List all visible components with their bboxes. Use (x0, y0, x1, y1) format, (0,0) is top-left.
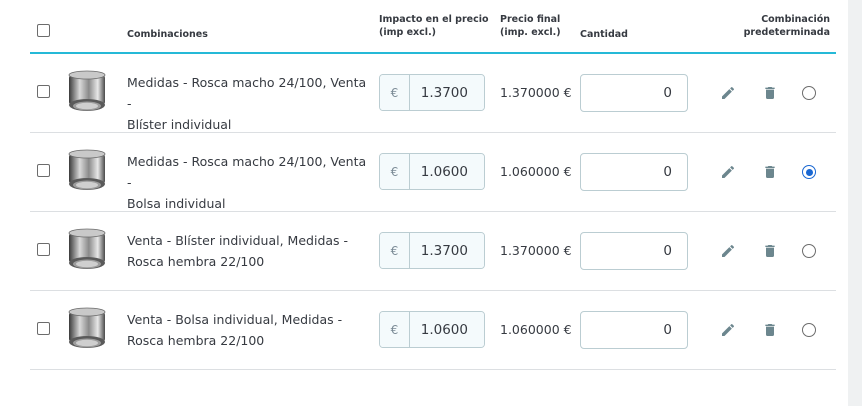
header-default-line2: predeterminada (743, 27, 830, 38)
combination-name: Venta - Blíster individual, Medidas - Ro… (127, 230, 372, 272)
header-impact-line1: Impacto en el precio (379, 14, 489, 25)
combination-name: Medidas - Rosca macho 24/100, Venta - Bl… (127, 72, 372, 135)
table-row: Venta - Blíster individual, Medidas - Ro… (30, 212, 836, 291)
impact-price-field[interactable]: € 1.3700 (379, 74, 485, 111)
combination-name-line1: Venta - Bolsa individual, Medidas - (127, 312, 343, 327)
row-checkbox[interactable] (37, 243, 50, 256)
combination-name-line2: Blíster individual (127, 117, 232, 132)
table-header: Combinaciones Impacto en el precio (imp … (30, 0, 836, 54)
impact-price-input[interactable]: 1.3700 (410, 75, 484, 110)
combination-name-line2: Bolsa individual (127, 196, 226, 211)
header-final-price: Precio final (imp. excl.) (500, 13, 561, 39)
currency-addon: € (380, 312, 410, 347)
impact-price-input[interactable]: 1.0600 (410, 154, 484, 189)
table-row: Medidas - Rosca macho 24/100, Venta - Bl… (30, 54, 836, 133)
combination-name: Venta - Bolsa individual, Medidas - Rosc… (127, 309, 372, 351)
row-checkbox[interactable] (37, 322, 50, 335)
combination-name-line1: Venta - Blíster individual, Medidas - (127, 233, 349, 248)
quantity-input[interactable]: 0 (580, 311, 688, 349)
currency-addon: € (380, 75, 410, 110)
combination-name-line1: Medidas - Rosca macho 24/100, Venta - (127, 75, 367, 111)
header-final-line2: (imp. excl.) (500, 27, 561, 38)
impact-price-input[interactable]: 1.0600 (410, 312, 484, 347)
default-combination-radio[interactable] (802, 323, 816, 337)
final-price: 1.060000 € (500, 164, 572, 179)
trash-icon[interactable] (762, 322, 778, 338)
table-row: Venta - Bolsa individual, Medidas - Rosc… (30, 291, 836, 370)
default-combination-radio[interactable] (802, 165, 816, 179)
impact-price-field[interactable]: € 1.0600 (379, 311, 485, 348)
pencil-icon[interactable] (720, 243, 736, 259)
combination-name-line1: Medidas - Rosca macho 24/100, Venta - (127, 154, 367, 190)
pencil-icon[interactable] (720, 85, 736, 101)
right-panel-edge (848, 0, 862, 406)
quantity-input[interactable]: 0 (580, 153, 688, 191)
female-thread-aerator-thumbnail (68, 307, 106, 348)
default-combination-radio[interactable] (802, 86, 816, 100)
quantity-input[interactable]: 0 (580, 74, 688, 112)
currency-addon: € (380, 233, 410, 268)
table-body: Medidas - Rosca macho 24/100, Venta - Bl… (30, 54, 836, 370)
table-row: Medidas - Rosca macho 24/100, Venta - Bo… (30, 133, 836, 212)
trash-icon[interactable] (762, 164, 778, 180)
male-thread-aerator-thumbnail (68, 70, 106, 111)
header-final-line1: Precio final (500, 14, 561, 25)
impact-price-field[interactable]: € 1.3700 (379, 232, 485, 269)
header-quantity: Cantidad (580, 29, 628, 40)
pencil-icon[interactable] (720, 322, 736, 338)
impact-price-input[interactable]: 1.3700 (410, 233, 484, 268)
female-thread-aerator-thumbnail (68, 228, 106, 269)
row-checkbox[interactable] (37, 85, 50, 98)
quantity-input[interactable]: 0 (580, 232, 688, 270)
final-price: 1.060000 € (500, 322, 572, 337)
select-all-checkbox[interactable] (37, 24, 50, 37)
currency-addon: € (380, 154, 410, 189)
male-thread-aerator-thumbnail (68, 149, 106, 190)
header-default-line1: Combinación (761, 14, 830, 25)
header-default: Combinación predeterminada (744, 13, 830, 39)
final-price: 1.370000 € (500, 85, 572, 100)
combinations-table: Combinaciones Impacto en el precio (imp … (30, 0, 836, 370)
final-price: 1.370000 € (500, 243, 572, 258)
trash-icon[interactable] (762, 243, 778, 259)
default-combination-radio[interactable] (802, 244, 816, 258)
header-impact: Impacto en el precio (imp excl.) (379, 13, 489, 39)
combination-name: Medidas - Rosca macho 24/100, Venta - Bo… (127, 151, 372, 214)
pencil-icon[interactable] (720, 164, 736, 180)
row-checkbox[interactable] (37, 164, 50, 177)
combination-name-line2: Rosca hembra 22/100 (127, 333, 265, 348)
header-combinations: Combinaciones (127, 29, 208, 40)
trash-icon[interactable] (762, 85, 778, 101)
impact-price-field[interactable]: € 1.0600 (379, 153, 485, 190)
combination-name-line2: Rosca hembra 22/100 (127, 254, 265, 269)
header-impact-line2: (imp excl.) (379, 27, 437, 38)
